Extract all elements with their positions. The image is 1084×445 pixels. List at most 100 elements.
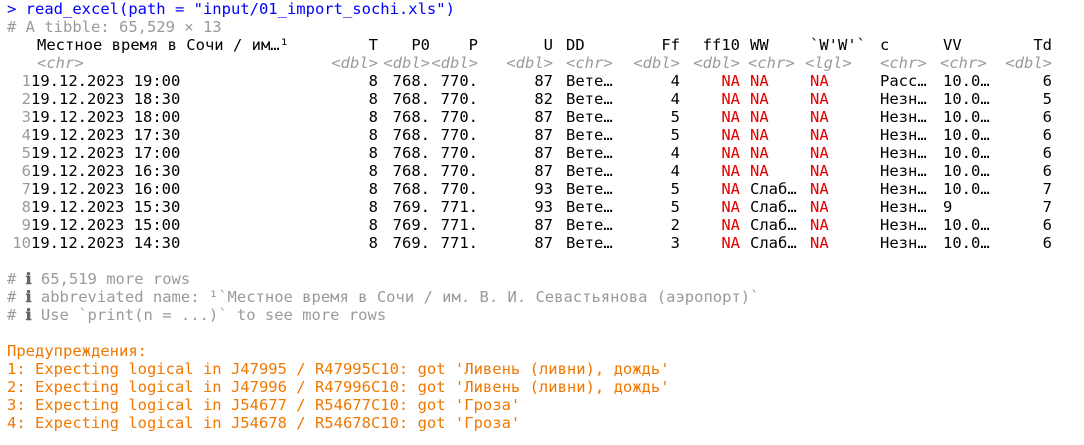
- table-cell: 10.0…: [943, 126, 990, 144]
- table-cell: 10.0…: [943, 162, 990, 180]
- table-cell: Вете…: [566, 90, 613, 108]
- table-cell: 5: [1042, 90, 1052, 108]
- row-index: 10: [12, 234, 31, 252]
- table-cell: 8: [368, 162, 378, 180]
- table-cell: 770.: [440, 90, 478, 108]
- info-line: # ℹ 65,519 more rows: [7, 270, 190, 288]
- table-cell: 4: [670, 144, 680, 162]
- column-type: <dbl>: [693, 54, 740, 72]
- row-index: 9: [21, 216, 31, 234]
- table-cell: 87: [534, 234, 553, 252]
- column-type: <chr>: [880, 54, 927, 72]
- column-type: <dbl>: [506, 54, 553, 72]
- table-row: 5 19.12.2023 17:00 8 768. 770. 87 Вете… 4 NA NA NA…: [7, 144, 1077, 162]
- table-cell: Слаб…: [750, 216, 797, 234]
- table-cell: NA: [721, 162, 740, 180]
- warning-line: 2: Expecting logical in J47996 / R47996C…: [7, 378, 670, 396]
- table-cell: 19.12.2023 19:00: [31, 72, 181, 90]
- table-row: 4 19.12.2023 17:30 8 768. 770. 87 Вете… 5 NA NA NA…: [7, 126, 1077, 144]
- table-cell: 19.12.2023 15:00: [31, 216, 181, 234]
- row-index: 1: [21, 72, 31, 90]
- table-cell: Незн…: [880, 180, 927, 198]
- table-cell: 768.: [392, 90, 430, 108]
- table-cell: 6: [1042, 126, 1052, 144]
- table-row: 9 19.12.2023 15:00 8 769. 771. 87 Вете… 2 NA Слаб…: [7, 216, 1077, 234]
- column-type: <dbl>: [383, 54, 430, 72]
- table-cell: Вете…: [566, 72, 613, 90]
- table-cell: NA: [750, 90, 769, 108]
- table-cell: NA: [810, 90, 829, 108]
- table-row: 8 19.12.2023 15:30 8 769. 771. 93 Вете… 5 NA Слаб…: [7, 198, 1077, 216]
- table-cell: Незн…: [880, 144, 927, 162]
- table-cell: Незн…: [880, 234, 927, 252]
- table-cell: 7: [1042, 198, 1052, 216]
- table-cell: NA: [721, 90, 740, 108]
- column-header: Ff: [661, 36, 680, 54]
- row-index: 3: [21, 108, 31, 126]
- table-cell: 5: [670, 108, 680, 126]
- table-cell: NA: [750, 126, 769, 144]
- table-cell: 10.0…: [943, 234, 990, 252]
- table-cell: 93: [534, 198, 553, 216]
- warnings-title: Предупреждения:: [7, 342, 147, 360]
- table-cell: 770.: [440, 126, 478, 144]
- table-cell: 768.: [392, 108, 430, 126]
- table-cell: Слаб…: [750, 180, 797, 198]
- table-cell: 6: [1042, 162, 1052, 180]
- row-index: 6: [21, 162, 31, 180]
- table-cell: Незн…: [880, 108, 927, 126]
- table-cell: Слаб…: [750, 198, 797, 216]
- row-index: 8: [21, 198, 31, 216]
- table-cell: 768.: [392, 126, 430, 144]
- table-cell: 6: [1042, 216, 1052, 234]
- comment-prefix: #: [7, 288, 26, 306]
- table-cell: 87: [534, 216, 553, 234]
- warning-line: 3: Expecting logical in J54677 / R54677C…: [7, 396, 521, 414]
- row-index: 5: [21, 144, 31, 162]
- info-text: Use `print(n = ...)` to see more rows: [31, 306, 387, 324]
- column-header: U: [543, 36, 553, 54]
- table-cell: 3: [670, 234, 680, 252]
- table-cell: 4: [670, 162, 680, 180]
- r-console-output[interactable]: > read_excel(path = "input/01_import_soc…: [0, 0, 1084, 445]
- table-cell: 82: [534, 90, 553, 108]
- table-cell: 769.: [392, 198, 430, 216]
- column-type: <dbl>: [633, 54, 680, 72]
- table-cell: NA: [810, 72, 829, 90]
- table-cell: NA: [721, 108, 740, 126]
- table-cell: 770.: [440, 180, 478, 198]
- table-row: 1 19.12.2023 19:00 8 768. 770. 87 Вете… 4 NA NA NA…: [7, 72, 1077, 90]
- table-cell: 8: [368, 90, 378, 108]
- table-cell: 769.: [392, 234, 430, 252]
- column-header: c: [880, 36, 890, 54]
- table-cell: NA: [750, 108, 769, 126]
- table-cell: NA: [810, 198, 829, 216]
- table-cell: NA: [721, 216, 740, 234]
- table-cell: 87: [534, 162, 553, 180]
- column-header: Местное время в Сочи / им…¹: [37, 36, 289, 54]
- column-type-row: <chr> <dbl> <dbl> <dbl> <dbl> <chr> <dbl> <dbl>…: [7, 54, 1077, 72]
- table-cell: NA: [721, 198, 740, 216]
- table-cell: 771.: [440, 198, 478, 216]
- info-text: 65,519 more rows: [31, 270, 191, 288]
- row-index: 2: [21, 90, 31, 108]
- table-cell: 9: [943, 198, 953, 216]
- column-header: WW: [750, 36, 769, 54]
- table-cell: 770.: [440, 162, 478, 180]
- table-cell: NA: [750, 162, 769, 180]
- comment-prefix: #: [7, 270, 26, 288]
- table-cell: Вете…: [566, 162, 613, 180]
- table-cell: 8: [368, 72, 378, 90]
- table-cell: 19.12.2023 17:30: [31, 126, 181, 144]
- table-cell: 8: [368, 216, 378, 234]
- table-cell: NA: [750, 72, 769, 90]
- table-cell: NA: [721, 144, 740, 162]
- table-cell: Незн…: [880, 198, 927, 216]
- table-cell: 8: [368, 180, 378, 198]
- warning-line: 1: Expecting logical in J47995 / R47995C…: [7, 360, 670, 378]
- table-cell: 19.12.2023 16:00: [31, 180, 181, 198]
- table-cell: Слаб…: [750, 234, 797, 252]
- warning-line: 4: Expecting logical in J54678 / R54678C…: [7, 414, 521, 432]
- table-cell: NA: [810, 144, 829, 162]
- table-cell: 10.0…: [943, 144, 990, 162]
